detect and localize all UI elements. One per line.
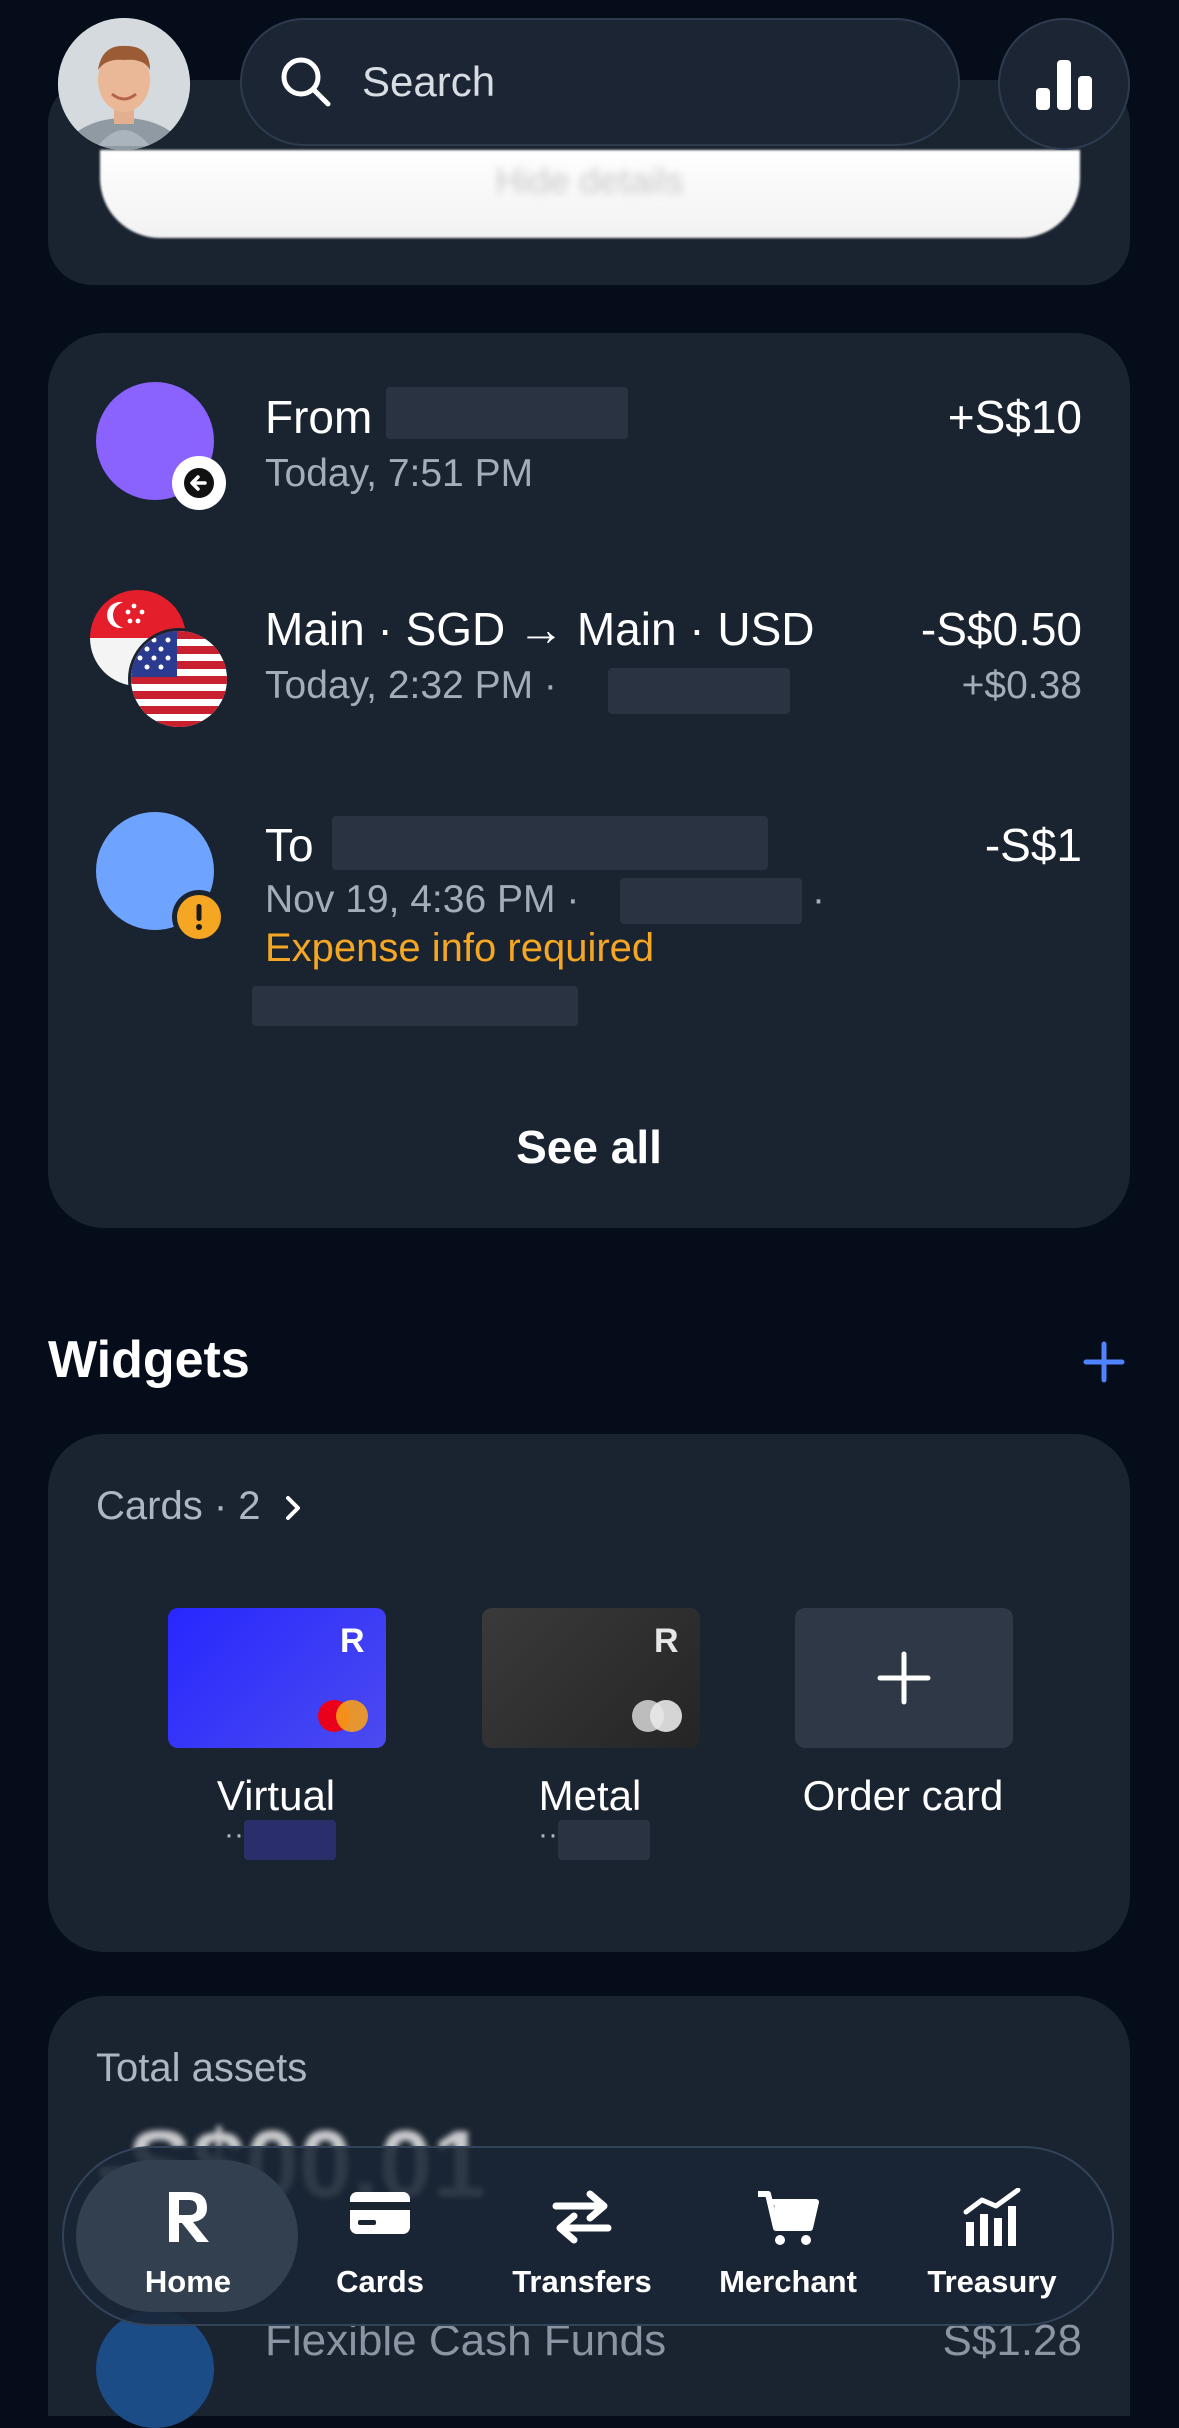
card-label: Metal xyxy=(538,1772,642,1819)
cards-widget-title: Cards · 2 xyxy=(96,1484,261,1528)
nav-treasury[interactable]: Treasury xyxy=(892,2148,1092,2324)
bottom-navigation: Home Cards Transfers Merchant Treasury xyxy=(62,2146,1114,2326)
card-masked-number: ·· xyxy=(224,1818,244,1851)
chevron-right-icon xyxy=(285,1496,300,1521)
card-masked-number: ·· xyxy=(538,1818,558,1851)
transaction-row[interactable] xyxy=(48,360,1130,530)
card-icon xyxy=(350,2192,410,2234)
metal-card[interactable]: R xyxy=(482,1608,700,1748)
search-bar[interactable]: Search xyxy=(240,18,960,146)
nav-merchant[interactable]: Merchant xyxy=(688,2148,888,2324)
cart-icon xyxy=(758,2191,819,2245)
nav-transfers[interactable]: Transfers xyxy=(482,2148,682,2324)
card-label: Order card xyxy=(802,1772,1004,1819)
nav-label: Cards xyxy=(336,2264,424,2299)
nav-label: Transfers xyxy=(512,2264,652,2299)
analytics-button[interactable] xyxy=(998,18,1130,150)
plus-icon xyxy=(877,1651,931,1705)
nav-home[interactable]: Home xyxy=(88,2148,288,2324)
revolut-logo-icon: R xyxy=(654,1622,679,1660)
nav-label: Home xyxy=(144,2264,232,2299)
nav-label: Treasury xyxy=(927,2264,1057,2299)
plus-icon xyxy=(1083,1341,1125,1383)
nav-label: Merchant xyxy=(719,2264,857,2299)
search-placeholder: Search xyxy=(362,58,496,105)
order-card-button[interactable] xyxy=(795,1608,1013,1748)
transaction-row[interactable] xyxy=(48,790,1130,1030)
redacted-card-number xyxy=(558,1820,650,1860)
card-label: Virtual xyxy=(216,1772,336,1819)
avatar[interactable] xyxy=(58,18,190,150)
transfer-arrows-icon xyxy=(552,2190,612,2244)
search-icon xyxy=(281,57,331,107)
bar-chart-trend-icon xyxy=(963,2188,1021,2246)
bar-chart-icon xyxy=(1036,60,1092,110)
widgets-title: Widgets xyxy=(48,1331,250,1389)
cards-widget-header[interactable]: Cards · 2 xyxy=(96,1484,304,1529)
revolut-r-icon xyxy=(169,2192,209,2242)
see-all-button[interactable]: See all xyxy=(48,1120,1130,1174)
total-assets-label: Total assets xyxy=(96,2046,308,2090)
redacted-card-number xyxy=(244,1820,336,1860)
virtual-card[interactable]: R xyxy=(168,1608,386,1748)
revolut-logo-icon: R xyxy=(340,1622,365,1660)
transaction-row[interactable] xyxy=(48,570,1130,740)
add-widget-button[interactable] xyxy=(1082,1338,1126,1386)
details-strip-label: Hide details xyxy=(495,160,684,201)
profile-photo-icon xyxy=(58,18,190,150)
nav-cards[interactable]: Cards xyxy=(280,2148,480,2324)
mastercard-icon xyxy=(318,1700,368,1732)
mastercard-icon xyxy=(632,1700,682,1732)
fund-icon xyxy=(96,2310,214,2428)
